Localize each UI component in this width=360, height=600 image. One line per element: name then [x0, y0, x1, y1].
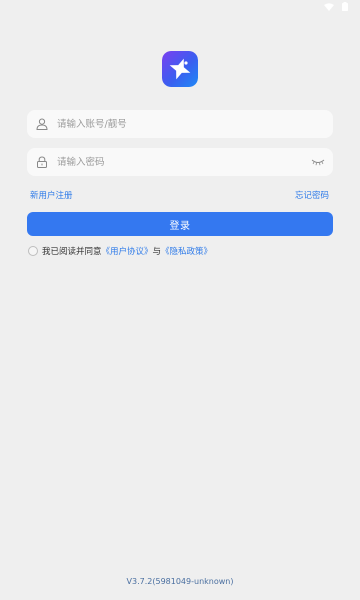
- account-input[interactable]: [57, 110, 333, 138]
- user-agreement-link[interactable]: 《用户协议》: [102, 245, 153, 257]
- user-icon: [27, 110, 57, 138]
- version-label: V3.7.2(5981049-unknown): [126, 577, 234, 586]
- forgot-password-link[interactable]: 忘记密码: [295, 189, 329, 201]
- login-button[interactable]: 登录: [27, 212, 333, 236]
- status-icons: [324, 2, 348, 11]
- app-logo: [162, 51, 198, 87]
- agreement-connector: 与: [152, 247, 162, 257]
- agreement-row: 我已阅读并同意 《用户协议》 与 《隐私政策》: [28, 244, 212, 258]
- agreement-prefix: 我已阅读并同意: [42, 247, 102, 257]
- password-field: [27, 148, 333, 176]
- status-bar: [0, 0, 360, 14]
- agreement-checkbox[interactable]: [28, 246, 38, 256]
- account-field: [27, 110, 333, 138]
- eye-closed-icon[interactable]: [305, 148, 331, 176]
- lock-icon: [27, 148, 57, 176]
- register-link[interactable]: 新用户注册: [30, 189, 73, 201]
- battery-icon: [342, 2, 348, 11]
- wifi-icon: [324, 2, 334, 11]
- password-input[interactable]: [57, 148, 305, 176]
- privacy-policy-link[interactable]: 《隐私政策》: [161, 245, 212, 257]
